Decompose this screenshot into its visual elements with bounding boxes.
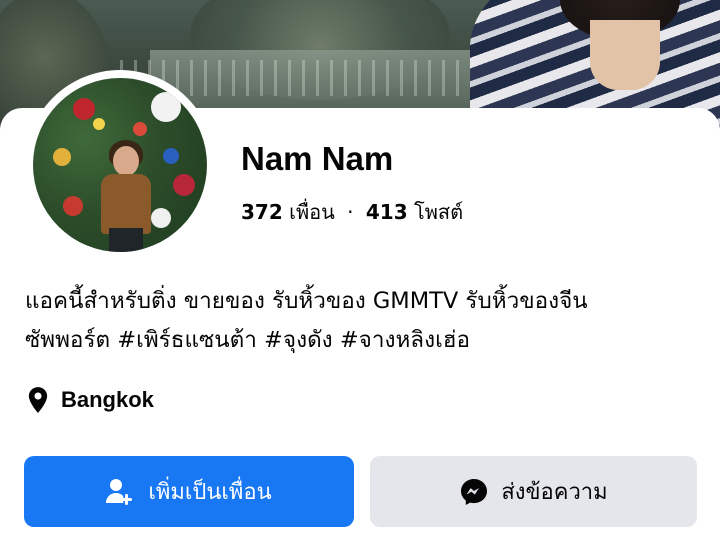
posts-label: โพสต์ xyxy=(414,200,464,224)
ornament-light xyxy=(93,118,105,130)
avatar[interactable] xyxy=(33,78,207,252)
messenger-icon xyxy=(459,477,489,507)
friends-count[interactable]: 372 xyxy=(241,200,283,224)
avatar-person-face xyxy=(113,146,139,176)
profile-location: Bangkok xyxy=(25,384,154,416)
cover-person-neck xyxy=(590,20,660,90)
add-friend-icon xyxy=(106,478,136,506)
ornament-red xyxy=(73,98,95,120)
profile-name: Nam Nam xyxy=(241,140,394,177)
ornament-red-3 xyxy=(63,196,83,216)
add-friend-button[interactable]: เพิ่มเป็นเพื่อน xyxy=(24,456,354,527)
posts-count: 413 xyxy=(365,200,408,224)
ornament-red-2 xyxy=(173,174,195,196)
friends-label[interactable]: เพื่อน xyxy=(289,200,335,224)
add-friend-label: เพิ่มเป็นเพื่อน xyxy=(148,480,272,505)
ornament-red-4 xyxy=(133,122,147,136)
bio-line-2: ซัพพอร์ต #เพิร์ธแซนต้า #จุงดัง #จางหลิงเ… xyxy=(25,327,471,353)
ornament-snowman xyxy=(151,92,181,122)
stats-separator: · xyxy=(347,200,354,224)
location-pin-icon xyxy=(28,387,48,413)
profile-stats: 372 เพื่อน · 413 โพสต์ xyxy=(241,196,463,228)
profile-bio: แอคนี้สำหรับติ่ง ขายของ รับหิ้วของ GMMTV… xyxy=(25,282,700,360)
ornament-gold xyxy=(53,148,71,166)
ornament-blue xyxy=(163,148,179,164)
ornament-white xyxy=(151,208,171,228)
avatar-person-body xyxy=(101,174,151,234)
message-button[interactable]: ส่งข้อความ xyxy=(370,456,697,527)
message-label: ส่งข้อความ xyxy=(501,480,608,505)
avatar-person-legs xyxy=(109,228,143,252)
bio-line-1: แอคนี้สำหรับติ่ง ขายของ รับหิ้วของ GMMTV… xyxy=(25,288,588,314)
location-text: Bangkok xyxy=(61,387,154,412)
